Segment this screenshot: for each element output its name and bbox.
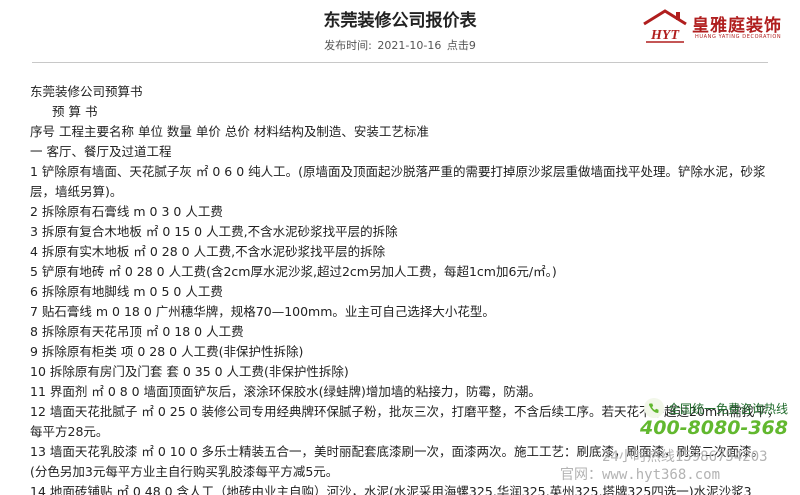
- phone-icon: [644, 398, 664, 418]
- logo-name: 皇雅庭装饰: [692, 16, 782, 36]
- hotline-widget[interactable]: 全国统一免费咨询热线 400-8080-368: [636, 396, 800, 452]
- item-line: 2 拆除原有石膏线 m 0 3 0 人工费: [30, 204, 223, 219]
- item-line: 10 拆除原有房门及门套 套 0 35 0 人工费(非保护性拆除): [30, 364, 349, 379]
- table-header: 序号 工程主要名称 单位 数量 单价 总价 材料结构及制造、安装工艺标准: [30, 124, 429, 139]
- doc-subheading: 预 算 书: [52, 104, 98, 119]
- item-line: 4 拆原有实木地板 ㎡ 0 28 0 人工费,不含水泥砂浆找平层的拆除: [30, 244, 386, 259]
- item-line: 1 铲除原有墙面、天花腻子灰 ㎡ 0 6 0 纯人工。(原墙面及顶面起沙脱落严重…: [30, 164, 766, 199]
- item-line: 7 贴石膏线 m 0 18 0 广州穗华牌，规格70—100mm。业主可自己选择…: [30, 304, 495, 319]
- section-heading: 一 客厅、餐厅及过道工程: [30, 144, 172, 159]
- hotline-number[interactable]: 400-8080-368: [640, 417, 788, 439]
- company-logo[interactable]: HYT 皇雅庭装饰 HUANG YATING DECORATION: [640, 8, 800, 44]
- logo-mark-text: HYT: [650, 28, 680, 43]
- doc-heading: 东莞装修公司预算书: [30, 84, 143, 99]
- click-count: 点击9: [446, 39, 476, 52]
- watermark-hotline: 24小时热线15986754203: [602, 449, 768, 465]
- publish-date: 2021-10-16: [377, 39, 442, 52]
- watermark-website: 官网：www.hyt368.com: [560, 467, 721, 483]
- publish-label: 发布时间:: [324, 39, 372, 52]
- house-logo-icon: HYT: [643, 9, 687, 43]
- logo-english: HUANG YATING DECORATION: [695, 34, 782, 40]
- item-line: 6 拆除原有地脚线 m 0 5 0 人工费: [30, 284, 223, 299]
- header-divider: [32, 62, 768, 63]
- item-line: 9 拆除原有柜类 项 0 28 0 人工费(非保护性拆除): [30, 344, 304, 359]
- hotline-label: 全国统一免费咨询热线: [668, 402, 789, 416]
- item-line: 8 拆除原有天花吊顶 ㎡ 0 18 0 人工费: [30, 324, 244, 339]
- item-line: 3 拆原有复合木地板 ㎡ 0 15 0 人工费,不含水泥砂浆找平层的拆除: [30, 224, 398, 239]
- item-line: 5 铲原有地砖 ㎡ 0 28 0 人工费(含2cm厚水泥沙浆,超过2cm另加人工…: [30, 264, 557, 279]
